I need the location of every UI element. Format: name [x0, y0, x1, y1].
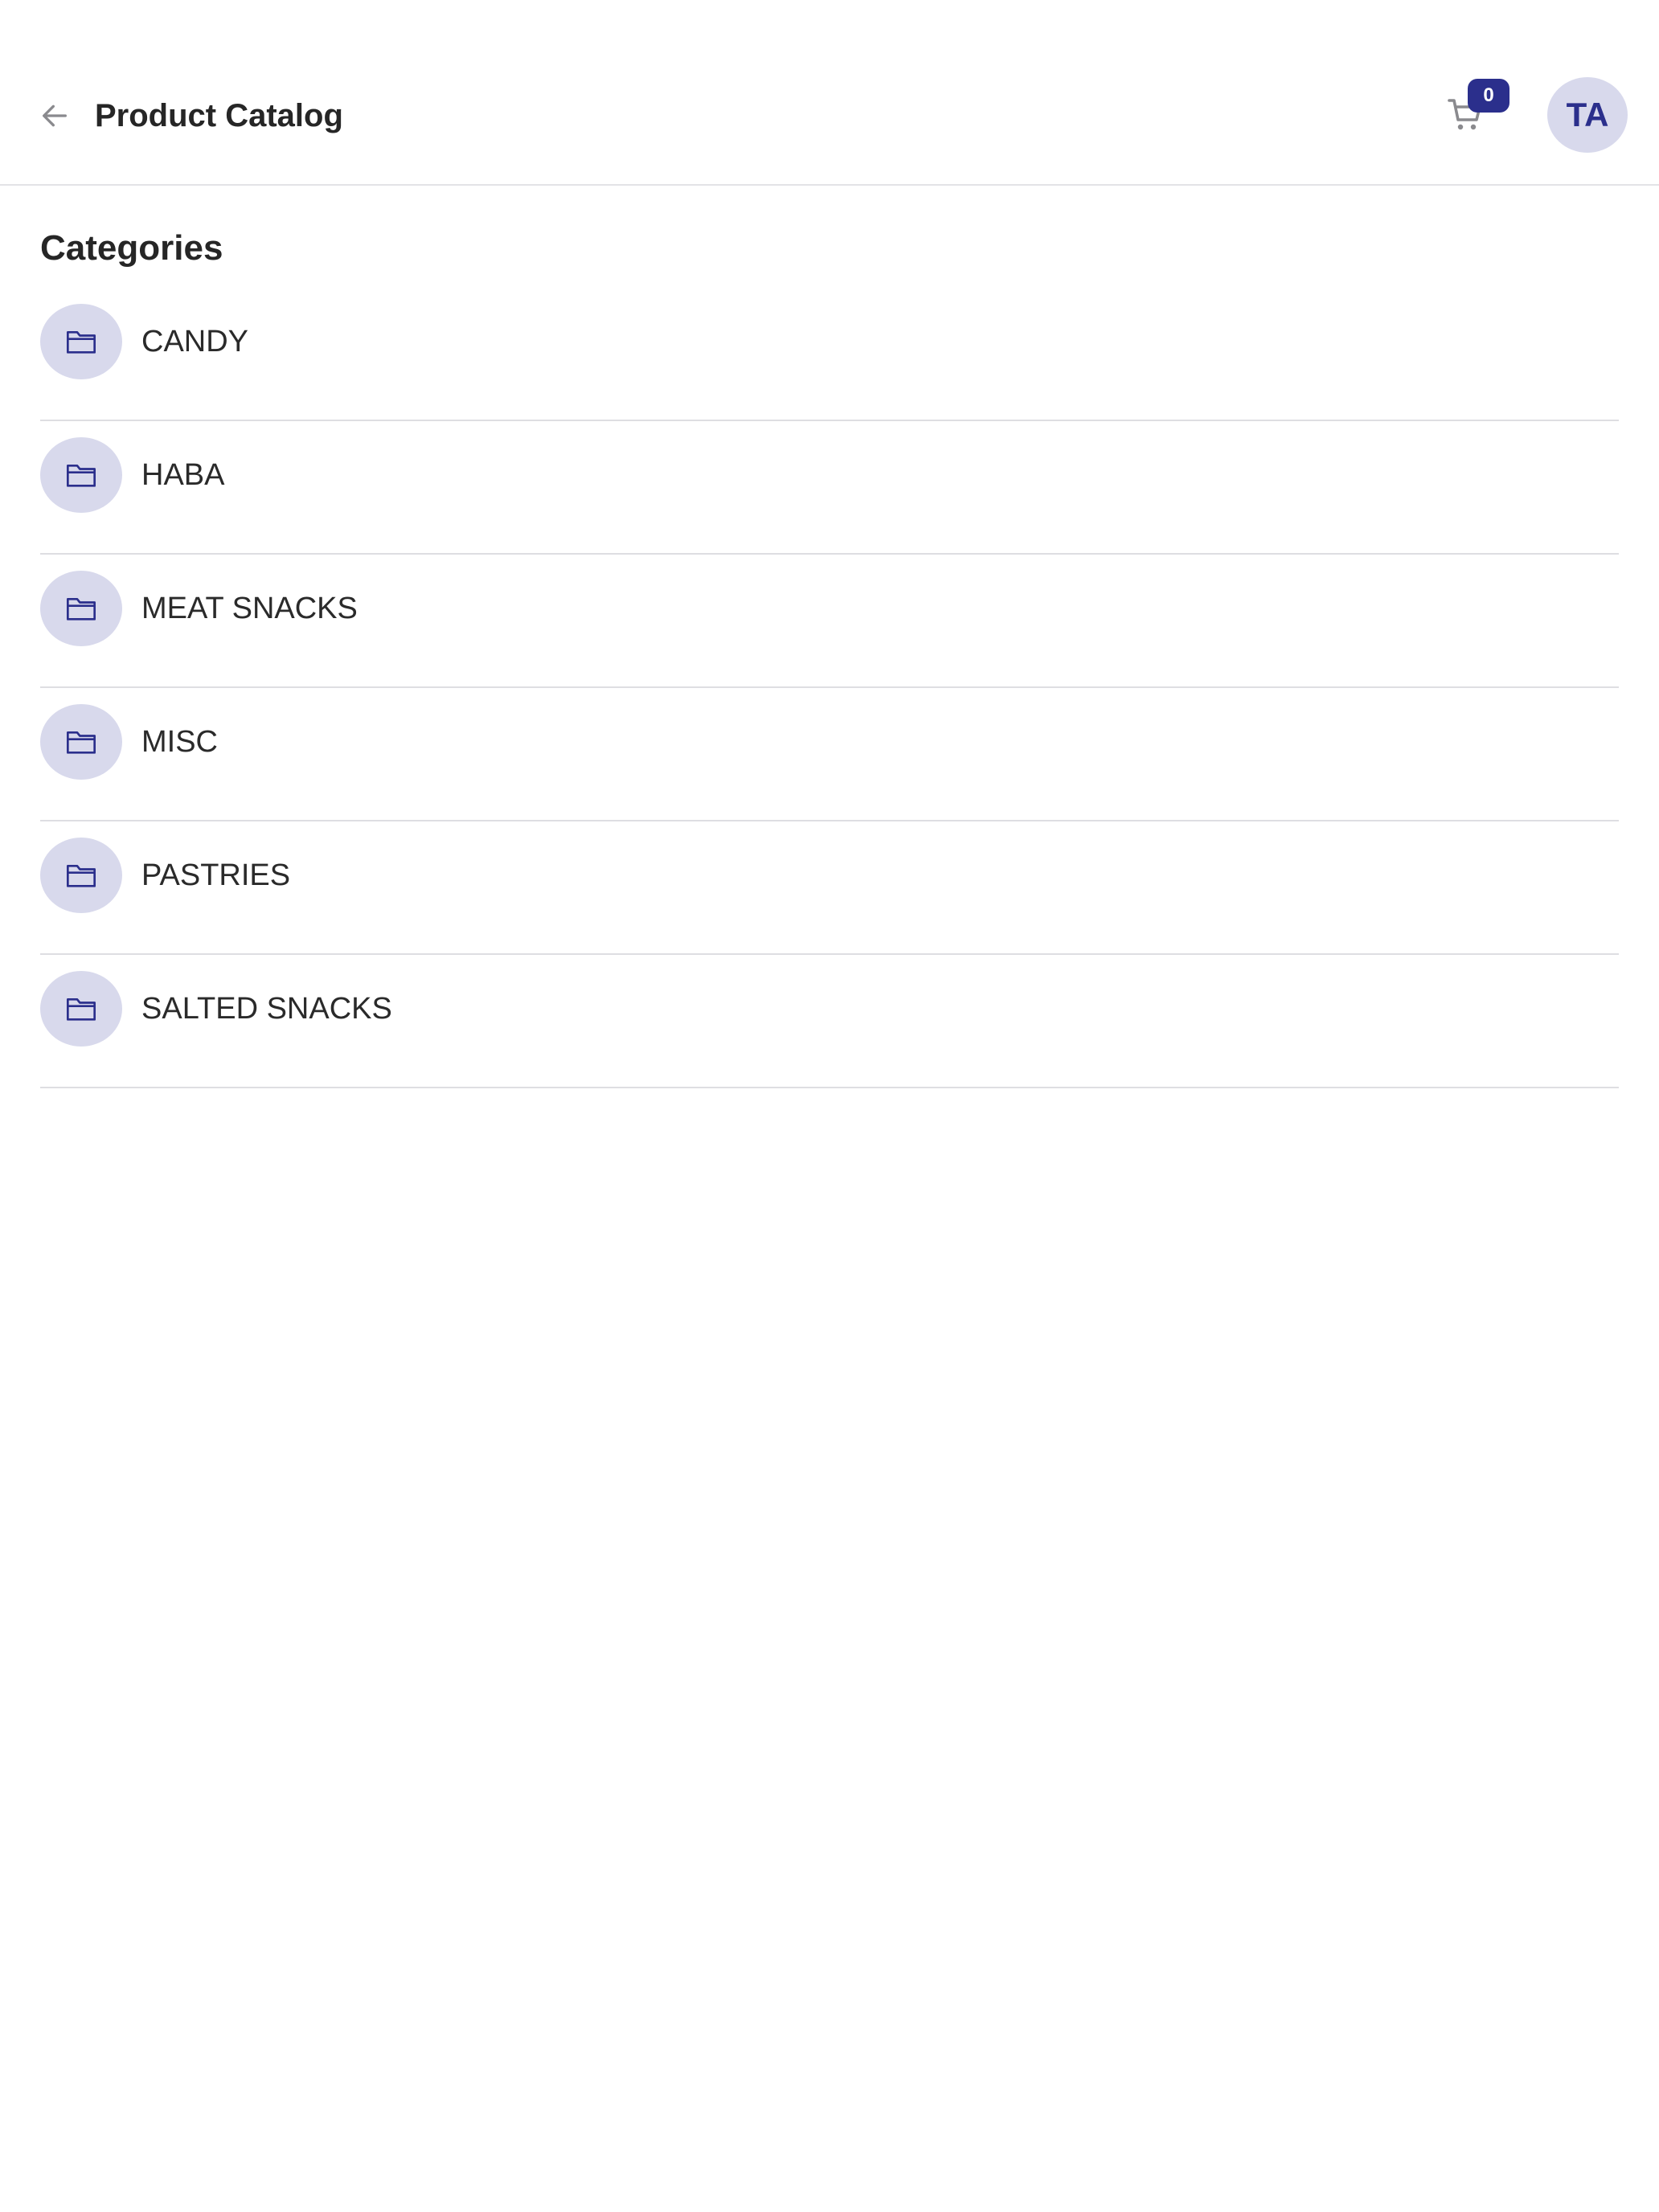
folder-icon [67, 598, 96, 621]
category-item-meat-snacks[interactable]: MEAT SNACKS [40, 555, 1619, 688]
arrow-left-icon [43, 104, 68, 127]
cart-count-badge: 0 [1468, 79, 1509, 113]
category-label: PASTRIES [141, 858, 291, 892]
folder-icon [67, 865, 96, 887]
category-label: MEAT SNACKS [141, 592, 358, 625]
categories-heading: Categories [40, 228, 223, 268]
category-label: MISC [141, 725, 218, 759]
back-button[interactable] [31, 92, 79, 140]
folder-avatar [40, 437, 122, 513]
app-root: Product Catalog 0 TA Categories CANDY HA… [0, 0, 1659, 2212]
folder-avatar [40, 571, 122, 646]
folder-icon [67, 998, 96, 1021]
avatar-initials: TA [1566, 96, 1609, 133]
category-label: HABA [141, 458, 225, 492]
folder-avatar [40, 838, 122, 913]
page-title: Product Catalog [95, 98, 343, 133]
category-label: CANDY [141, 325, 249, 358]
category-list: CANDY HABA MEAT SNACKS MISC PASTRIES SAL… [40, 288, 1619, 1088]
category-item-misc[interactable]: MISC [40, 688, 1619, 821]
category-item-pastries[interactable]: PASTRIES [40, 821, 1619, 955]
category-item-salted-snacks[interactable]: SALTED SNACKS [40, 955, 1619, 1088]
top-app-bar: Product Catalog 0 TA [0, 0, 1659, 186]
user-avatar[interactable]: TA [1547, 77, 1628, 153]
folder-icon [67, 331, 96, 354]
folder-icon [67, 465, 96, 487]
category-item-candy[interactable]: CANDY [40, 288, 1619, 421]
folder-avatar [40, 304, 122, 379]
category-item-haba[interactable]: HABA [40, 421, 1619, 555]
folder-icon [67, 731, 96, 754]
folder-avatar [40, 971, 122, 1047]
category-label: SALTED SNACKS [141, 992, 392, 1026]
folder-avatar [40, 704, 122, 780]
